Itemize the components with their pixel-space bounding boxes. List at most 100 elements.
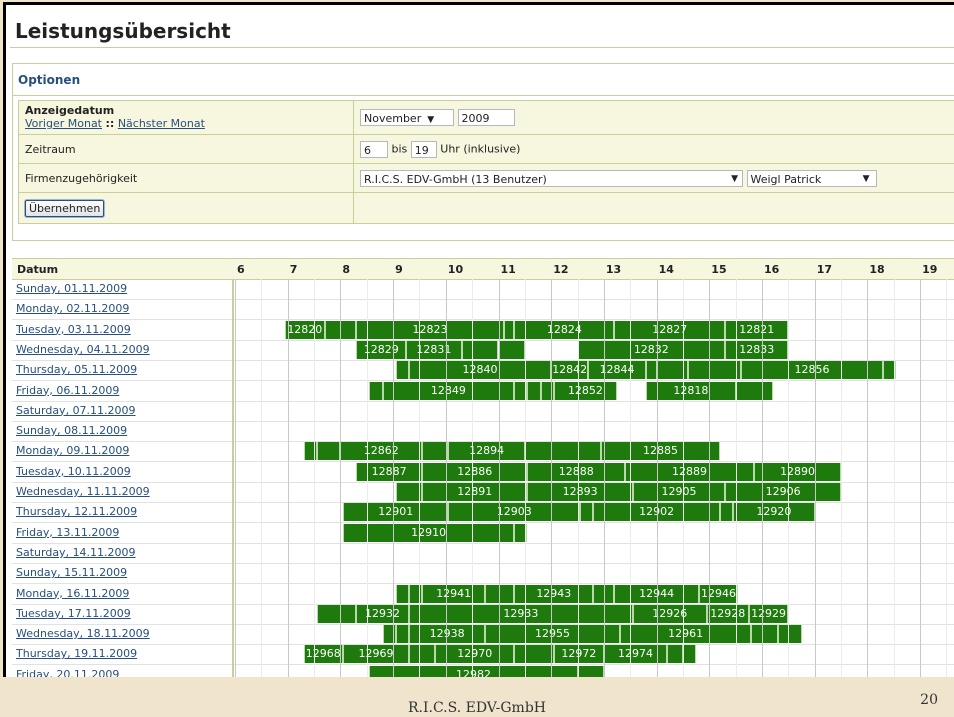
task-bar[interactable]: [395, 625, 409, 644]
task-bar[interactable]: 12968: [303, 645, 344, 664]
task-bar[interactable]: 12831: [406, 340, 462, 359]
task-bar[interactable]: 12821: [725, 320, 789, 339]
user-select[interactable]: Weigl Patrick ▼: [746, 169, 877, 187]
date-link[interactable]: Friday, 13.11.2009: [16, 526, 119, 539]
task-bar[interactable]: 12842: [551, 361, 589, 380]
task-bar[interactable]: [719, 503, 733, 522]
task-bar[interactable]: 12941: [422, 584, 486, 603]
next-month-link[interactable]: Nächster Monat: [118, 117, 205, 130]
task-bar[interactable]: [514, 645, 554, 664]
task-bar[interactable]: 12886: [422, 462, 528, 481]
date-link[interactable]: Thursday, 05.11.2009: [16, 363, 137, 376]
previous-month-link[interactable]: Voriger Monat: [25, 117, 102, 130]
date-link[interactable]: Sunday, 08.11.2009: [16, 424, 127, 437]
task-bar[interactable]: 12933: [408, 604, 633, 623]
task-bar[interactable]: 12972: [553, 645, 604, 664]
task-bar[interactable]: 12890: [754, 462, 842, 481]
task-bar[interactable]: 12955: [485, 625, 620, 644]
company-select[interactable]: R.I.C.S. EDV-GmbH (13 Benutzer) ▼: [360, 169, 743, 187]
date-link[interactable]: Tuesday, 03.11.2009: [16, 323, 131, 336]
task-bar[interactable]: 12961: [619, 625, 752, 644]
task-bar[interactable]: 12832: [577, 340, 726, 359]
task-bar[interactable]: 12970: [435, 645, 515, 664]
task-bar[interactable]: [316, 604, 357, 623]
task-bar[interactable]: 12932: [356, 604, 409, 623]
task-bar[interactable]: 12888: [527, 462, 625, 481]
task-bar[interactable]: 12818: [646, 381, 736, 400]
task-bar[interactable]: 12920: [733, 503, 815, 522]
task-bar[interactable]: 12974: [603, 645, 668, 664]
task-bar[interactable]: 12946: [698, 584, 739, 603]
task-bar[interactable]: 12969: [343, 645, 409, 664]
task-bar[interactable]: 12906: [725, 483, 842, 501]
task-bar[interactable]: [461, 340, 499, 359]
date-link[interactable]: Sunday, 01.11.2009: [16, 282, 127, 295]
task-bar[interactable]: 12943: [514, 584, 594, 603]
task-bar[interactable]: [735, 381, 773, 400]
date-link[interactable]: Friday, 20.11.2009: [16, 668, 119, 677]
task-bar[interactable]: [527, 381, 541, 400]
task-bar[interactable]: [408, 645, 436, 664]
task-bar[interactable]: [580, 503, 594, 522]
month-select[interactable]: November ▼: [360, 109, 454, 126]
date-link[interactable]: Friday, 06.11.2009: [16, 384, 119, 397]
task-bar[interactable]: 12893: [527, 483, 633, 501]
task-bar[interactable]: 12929: [748, 604, 789, 623]
date-link[interactable]: Thursday, 19.11.2009: [16, 647, 137, 660]
task-bar[interactable]: [682, 645, 697, 664]
task-bar[interactable]: 12905: [632, 483, 726, 501]
date-link[interactable]: Wednesday, 18.11.2009: [16, 627, 150, 640]
from-hour-input[interactable]: 6: [360, 140, 388, 158]
task-bar[interactable]: 12820: [285, 320, 325, 339]
task-bar[interactable]: [395, 361, 409, 380]
apply-button[interactable]: Übernehmen: [25, 199, 105, 217]
task-bar[interactable]: 12885: [601, 442, 720, 461]
date-link[interactable]: Thursday, 12.11.2009: [16, 505, 137, 518]
task-bar[interactable]: [667, 645, 683, 664]
task-bar[interactable]: [422, 442, 449, 461]
task-bar[interactable]: 12840: [408, 361, 552, 380]
task-bar[interactable]: 12852: [553, 381, 618, 400]
date-link[interactable]: Tuesday, 10.11.2009: [16, 465, 131, 478]
task-bar[interactable]: [646, 361, 657, 380]
task-bar[interactable]: [498, 340, 525, 359]
task-bar[interactable]: 12901: [343, 503, 449, 522]
date-link[interactable]: Monday, 02.11.2009: [16, 302, 129, 315]
date-link[interactable]: Monday, 09.11.2009: [16, 444, 129, 457]
task-bar[interactable]: 12891: [422, 483, 528, 501]
date-link[interactable]: Monday, 16.11.2009: [16, 587, 129, 600]
task-bar[interactable]: [395, 584, 409, 603]
datum-column-header: Datum: [17, 263, 59, 276]
to-hour-input[interactable]: 19: [410, 140, 437, 158]
task-bar[interactable]: 12982: [369, 665, 578, 677]
task-bar[interactable]: [503, 320, 515, 339]
task-bar[interactable]: 12849: [382, 381, 515, 400]
task-bar[interactable]: 12862: [340, 442, 423, 461]
task-bar[interactable]: [369, 381, 383, 400]
date-link[interactable]: Tuesday, 17.11.2009: [16, 607, 131, 620]
task-bar[interactable]: [395, 483, 423, 501]
year-input[interactable]: 2009: [457, 109, 515, 126]
task-bar[interactable]: [485, 584, 515, 603]
date-link[interactable]: Saturday, 07.11.2009: [16, 404, 136, 417]
task-bar[interactable]: 12824: [514, 320, 615, 339]
task-bar[interactable]: 12844: [588, 361, 647, 380]
task-bar[interactable]: [524, 442, 602, 461]
task-bar[interactable]: [688, 361, 741, 380]
task-bar[interactable]: 12829: [356, 340, 407, 359]
task-bar[interactable]: 12903: [448, 503, 581, 522]
task-bar[interactable]: [577, 665, 604, 677]
task-bar[interactable]: [751, 625, 778, 644]
task-bar[interactable]: [777, 625, 802, 644]
date-link[interactable]: Saturday, 14.11.2009: [16, 546, 136, 559]
task-bar[interactable]: 12926: [632, 604, 707, 623]
task-bar[interactable]: [316, 442, 341, 461]
task-bar[interactable]: 12928: [706, 604, 749, 623]
task-bar[interactable]: 12833: [725, 340, 789, 359]
task-bar[interactable]: 12894: [448, 442, 525, 461]
date-link[interactable]: Wednesday, 04.11.2009: [16, 343, 150, 356]
date-link[interactable]: Wednesday, 11.11.2009: [16, 485, 150, 498]
date-link[interactable]: Sunday, 15.11.2009: [16, 566, 127, 579]
task-bar[interactable]: 12823: [356, 320, 504, 339]
task-bar[interactable]: 12910: [343, 523, 515, 542]
